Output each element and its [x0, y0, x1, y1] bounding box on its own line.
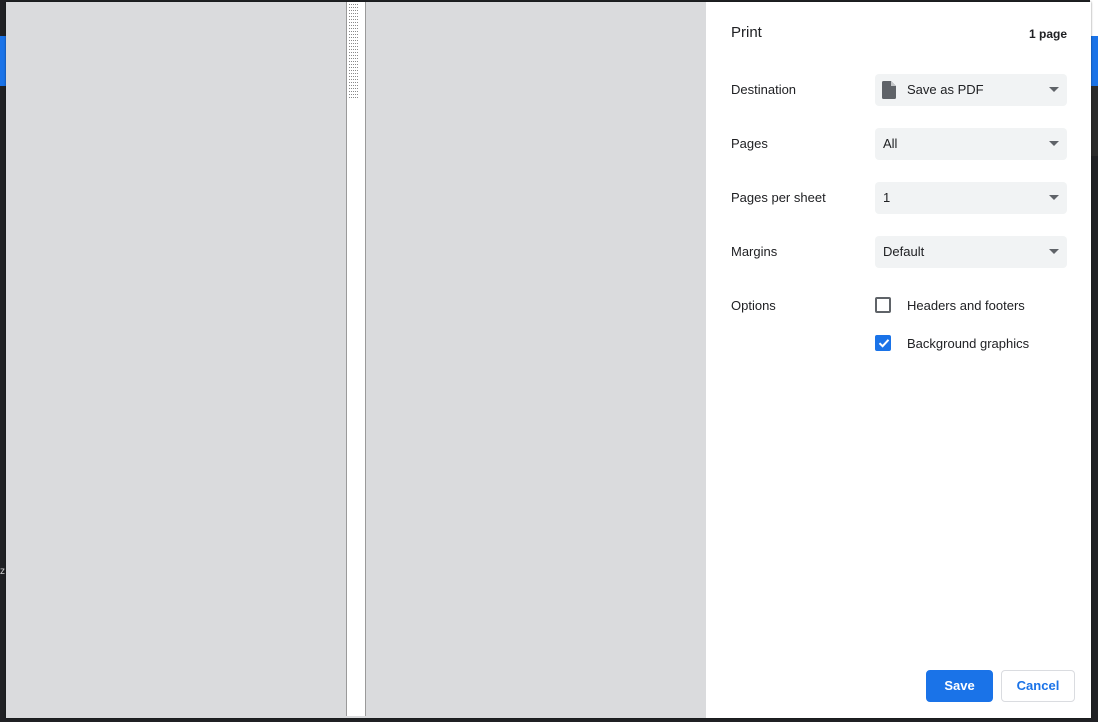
- pages-per-sheet-label: Pages per sheet: [731, 190, 826, 205]
- dialog-title: Print: [731, 24, 762, 41]
- chevron-down-icon: [1049, 249, 1059, 254]
- print-header: Print 1 page: [731, 24, 1067, 46]
- checkmark-icon: [878, 339, 890, 348]
- print-dialog: Print 1 page Destination Save as PDF Pag…: [6, 2, 1091, 718]
- pages-per-sheet-value: 1: [883, 190, 891, 205]
- preview-page[interactable]: [346, 2, 366, 716]
- margins-select[interactable]: Default: [875, 236, 1067, 268]
- destination-label: Destination: [731, 82, 797, 97]
- destination-row: Destination Save as PDF: [731, 74, 1067, 106]
- cancel-button[interactable]: Cancel: [1001, 670, 1075, 702]
- headers-footers-label[interactable]: Headers and footers: [907, 298, 1025, 313]
- page-count: 1 page: [1028, 27, 1067, 41]
- options-label: Options: [731, 298, 776, 313]
- preview-page-content: [349, 4, 359, 98]
- print-preview-area: [6, 2, 706, 718]
- margins-row: Margins Default: [731, 236, 1067, 268]
- pages-per-sheet-row: Pages per sheet 1: [731, 182, 1067, 214]
- pages-per-sheet-select[interactable]: 1: [875, 182, 1067, 214]
- headers-footers-option[interactable]: Headers and footers: [875, 297, 1075, 317]
- pages-label: Pages: [731, 136, 768, 151]
- margins-value: Default: [883, 244, 925, 259]
- chevron-down-icon: [1049, 195, 1059, 200]
- destination-value: Save as PDF: [907, 82, 984, 97]
- chevron-down-icon: [1049, 141, 1059, 146]
- pages-value: All: [883, 136, 898, 151]
- pages-select[interactable]: All: [875, 128, 1067, 160]
- background-panel-edge: [1090, 86, 1098, 156]
- pages-row: Pages All: [731, 128, 1067, 160]
- document-icon: [882, 81, 896, 99]
- destination-select[interactable]: Save as PDF: [875, 74, 1067, 106]
- headers-footers-checkbox[interactable]: [875, 297, 891, 313]
- background-graphics-checkbox[interactable]: [875, 335, 891, 351]
- background-graphics-label[interactable]: Background graphics: [907, 336, 1029, 351]
- background-graphics-option[interactable]: Background graphics: [875, 335, 1075, 355]
- print-settings-panel: Print 1 page Destination Save as PDF Pag…: [706, 2, 1091, 718]
- background-toolbar-right: [1090, 36, 1098, 86]
- chevron-down-icon: [1049, 87, 1059, 92]
- margins-label: Margins: [731, 244, 778, 259]
- save-button[interactable]: Save: [926, 670, 993, 702]
- background-edge-text: z: [0, 566, 5, 577]
- background-window-edge: [1090, 0, 1098, 36]
